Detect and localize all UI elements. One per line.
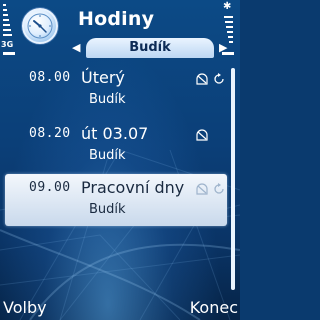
alarm-type-label: Budík bbox=[89, 202, 126, 217]
alarm-snooze-icon bbox=[196, 183, 208, 195]
alarm-list: 08.00 Úterý Budík 08.20 út 03.07 Budík 0… bbox=[0, 64, 240, 290]
header: Hodiny ◀ Budík ▶ bbox=[0, 0, 240, 64]
alarm-list-item[interactable]: 08.20 út 03.07 Budík bbox=[5, 120, 227, 172]
alarm-repeat-label: Pracovní dny bbox=[81, 178, 185, 197]
alarm-time: 09.00 bbox=[29, 180, 71, 195]
network-type-label: 3G bbox=[1, 40, 14, 49]
alarm-time: 08.00 bbox=[29, 70, 71, 85]
tab-budik[interactable]: Budík bbox=[86, 38, 214, 58]
tab-bar: ◀ Budík ▶ bbox=[72, 38, 232, 58]
battery-bar bbox=[227, 31, 233, 33]
alarm-type-label: Budík bbox=[89, 148, 126, 163]
signal-bar bbox=[3, 9, 7, 11]
alarm-snooze-icon bbox=[196, 73, 208, 85]
alarm-repeat-label: Úterý bbox=[81, 68, 125, 87]
battery-base-bar bbox=[222, 52, 234, 55]
alarm-snooze-icon bbox=[196, 129, 208, 141]
alarm-time: 08.20 bbox=[29, 126, 71, 141]
options-softkey[interactable]: Volby bbox=[3, 298, 47, 317]
battery-bar bbox=[226, 26, 233, 28]
alarm-type-label: Budík bbox=[89, 92, 126, 107]
tab-left-arrow-icon[interactable]: ◀ bbox=[72, 42, 80, 54]
clock-icon bbox=[22, 8, 58, 44]
app-title: Hodiny bbox=[78, 8, 155, 30]
exit-softkey[interactable]: Konec bbox=[190, 298, 238, 317]
bluetooth-icon: ✱ bbox=[223, 1, 232, 12]
signal-bar bbox=[3, 14, 8, 16]
battery-bar bbox=[228, 36, 233, 38]
signal-bar bbox=[3, 34, 12, 36]
battery-bar bbox=[224, 16, 233, 18]
signal-bar bbox=[3, 24, 10, 26]
alarm-list-item[interactable]: 08.00 Úterý Budík bbox=[5, 64, 227, 116]
signal-bar bbox=[3, 19, 9, 21]
battery-bar bbox=[225, 21, 233, 23]
alarm-list-item-selected[interactable]: 09.00 Pracovní dny Budík bbox=[5, 174, 227, 226]
alarm-repeat-label: út 03.07 bbox=[81, 124, 149, 143]
scrollbar-thumb[interactable] bbox=[231, 68, 235, 290]
repeat-icon bbox=[214, 73, 224, 84]
signal-bar bbox=[3, 29, 11, 31]
scrollbar[interactable] bbox=[231, 68, 235, 290]
repeat-icon bbox=[214, 183, 224, 194]
signal-base-bar bbox=[3, 52, 15, 55]
signal-bar bbox=[3, 4, 6, 6]
battery-indicator: ✱ bbox=[218, 0, 240, 64]
softkey-bar: Volby Konec bbox=[0, 294, 240, 320]
signal-strength-indicator: 3G bbox=[0, 0, 18, 64]
battery-bar bbox=[229, 41, 233, 43]
